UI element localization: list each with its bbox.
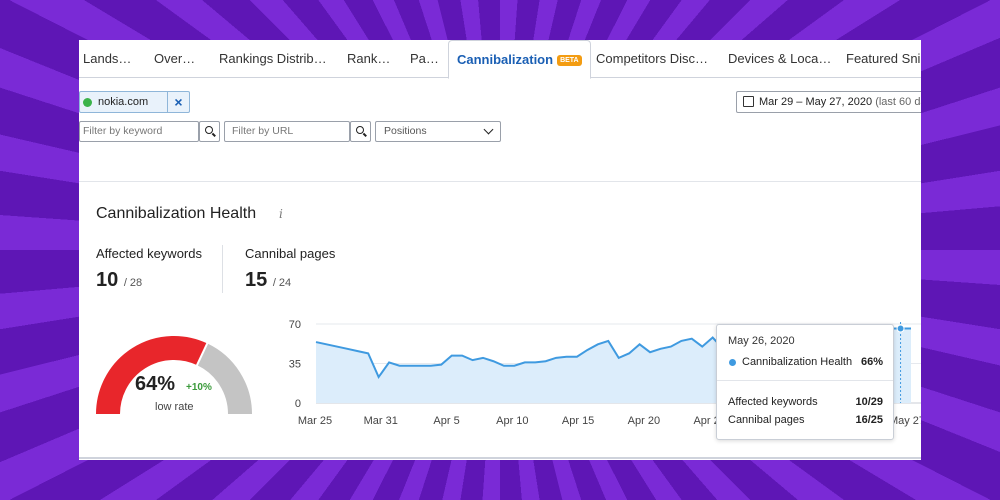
cannibal-pages-label: Cannibal pages bbox=[245, 246, 336, 261]
tab-label: Rankings Distrib… bbox=[219, 51, 327, 66]
tooltip-affected-label: Affected keywords bbox=[728, 396, 818, 408]
keyword-search-button[interactable] bbox=[199, 121, 220, 142]
tab-rankings[interactable]: Rank… bbox=[347, 40, 390, 78]
info-icon[interactable]: i bbox=[279, 207, 283, 221]
remove-domain-icon[interactable]: × bbox=[167, 92, 189, 112]
tab-label: Rank… bbox=[347, 51, 391, 66]
x-tick-label: Mar 31 bbox=[364, 415, 398, 427]
tab-competitors-discovery[interactable]: Competitors Disc… bbox=[596, 40, 708, 78]
y-tick-label: 0 bbox=[295, 398, 301, 410]
tab-overview[interactable]: Over… bbox=[154, 40, 195, 78]
cannibal-pages-total: / 24 bbox=[272, 277, 292, 289]
hover-point bbox=[896, 324, 905, 333]
tooltip-series-label: Cannibalization Health bbox=[742, 356, 853, 368]
cannibal-pages-metric: 15 / 24 bbox=[245, 269, 291, 292]
positions-value: Positions bbox=[384, 125, 427, 137]
gauge-caption: low rate bbox=[155, 401, 194, 413]
status-dot-icon bbox=[83, 98, 92, 107]
x-tick-label: Mar 25 bbox=[298, 415, 332, 427]
x-tick-label: Apr 20 bbox=[628, 415, 660, 427]
calendar-icon bbox=[743, 96, 754, 107]
tooltip-pages-value: 16/25 bbox=[855, 414, 883, 426]
date-range-button[interactable]: Mar 29 – May 27, 2020 (last 60 da bbox=[736, 91, 921, 113]
tooltip-affected-value: 10/29 bbox=[855, 396, 883, 408]
y-tick-label: 70 bbox=[289, 319, 301, 331]
tab-landing[interactable]: Lands… bbox=[83, 40, 131, 78]
domain-text: nokia.com bbox=[98, 96, 149, 108]
search-icon-handle bbox=[212, 132, 216, 137]
cannibal-pages-value: 15 bbox=[245, 269, 268, 291]
report-tabs: Lands… Over… Rankings Distrib… Rank… Pa…… bbox=[79, 40, 921, 79]
tab-devices-locations[interactable]: Devices & Loca… bbox=[728, 40, 831, 78]
beta-badge: BETA bbox=[557, 55, 582, 67]
affected-keywords-total: / 28 bbox=[123, 277, 143, 289]
tab-label: Lands… bbox=[83, 51, 132, 66]
chevron-down-icon bbox=[483, 124, 494, 135]
affected-keywords-value: 10 bbox=[96, 269, 119, 291]
tab-featured-snippets[interactable]: Featured Sni… bbox=[846, 40, 921, 78]
positions-select[interactable]: Positions bbox=[375, 121, 501, 142]
y-tick-label: 35 bbox=[289, 359, 301, 371]
chart-tooltip: May 26, 2020 Cannibalization Health 66% … bbox=[716, 324, 894, 440]
tooltip-divider bbox=[717, 380, 893, 381]
x-tick-label: Apr 15 bbox=[562, 415, 594, 427]
tab-label: Featured Sni… bbox=[846, 51, 921, 66]
tab-label: Devices & Loca… bbox=[728, 51, 832, 66]
tooltip-date: May 26, 2020 bbox=[728, 335, 795, 347]
series-dot-icon bbox=[729, 359, 736, 366]
x-tick-label: Apr 10 bbox=[496, 415, 528, 427]
tab-rankings-distribution[interactable]: Rankings Distrib… bbox=[219, 40, 327, 78]
date-range: Mar 29 – May 27, 2020 bbox=[759, 96, 873, 108]
tab-label: Cannibalization bbox=[457, 52, 554, 67]
tab-pages[interactable]: Pa… bbox=[410, 40, 439, 78]
panel-bottom-border bbox=[79, 457, 921, 459]
url-search-button[interactable] bbox=[350, 121, 371, 142]
tab-cannibalization[interactable]: Cannibalization BETA bbox=[448, 40, 591, 79]
metric-separator bbox=[222, 245, 223, 293]
tooltip-series-value: 66% bbox=[860, 356, 883, 368]
x-tick-label: Apr 5 bbox=[433, 415, 459, 427]
date-note: (last 60 da bbox=[875, 96, 921, 108]
gauge-percent: 64% bbox=[135, 373, 176, 395]
cannibalization-panel: Lands… Over… Rankings Distrib… Rank… Pa…… bbox=[79, 40, 921, 460]
keyword-filter-input[interactable]: Filter by keyword bbox=[79, 121, 199, 142]
search-icon-handle bbox=[363, 132, 367, 137]
affected-keywords-label: Affected keywords bbox=[96, 246, 202, 261]
section-title: Cannibalization Health bbox=[96, 205, 257, 222]
url-filter-input[interactable]: Filter by URL bbox=[224, 121, 350, 142]
tab-label: Competitors Disc… bbox=[596, 51, 708, 66]
tab-label: Over… bbox=[154, 51, 196, 66]
domain-chip[interactable]: nokia.com × bbox=[79, 91, 190, 113]
tooltip-pages-label: Cannibal pages bbox=[728, 414, 805, 426]
tab-label: Pa… bbox=[410, 51, 439, 66]
affected-keywords-metric: 10 / 28 bbox=[96, 269, 142, 292]
section-divider bbox=[79, 181, 921, 182]
gauge-delta: +10% bbox=[186, 382, 212, 393]
